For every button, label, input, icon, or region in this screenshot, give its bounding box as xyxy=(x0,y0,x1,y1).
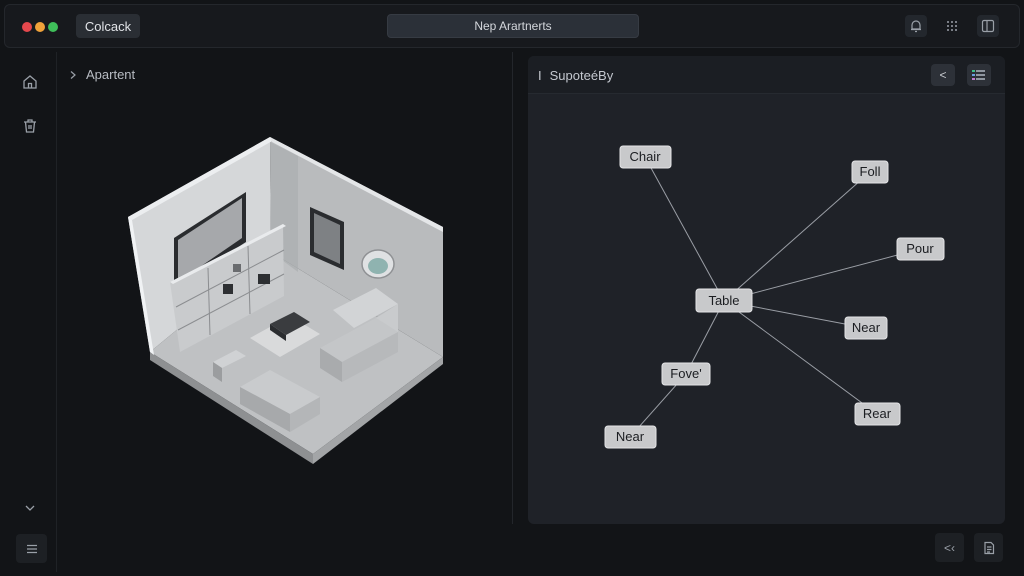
graph-node-near-right[interactable]: Near xyxy=(844,316,888,340)
maximize-window-button[interactable] xyxy=(48,22,58,32)
apartment-3d-render xyxy=(128,137,443,464)
relation-graph: Chair Foll Pour Table Near Rear Fove' Ne… xyxy=(604,145,945,449)
back-button[interactable]: < xyxy=(931,64,955,86)
graph-node-label: Near xyxy=(852,320,881,335)
graph-node-label: Near xyxy=(616,429,645,444)
relations-title: I SupoteéBy xyxy=(538,68,613,83)
edge-chair xyxy=(644,156,725,302)
graph-node-label: Rear xyxy=(863,406,892,421)
graph-node-chair[interactable]: Chair xyxy=(619,145,672,169)
graph-node-label: Pour xyxy=(906,241,934,256)
menu-button[interactable] xyxy=(16,534,47,563)
collapse-button[interactable]: <‹ xyxy=(935,533,964,562)
title-bar: Colcack Nep Arartnerts xyxy=(4,4,1020,48)
app-menu-button[interactable]: Colcack xyxy=(76,14,140,38)
title-prefix: I xyxy=(538,68,542,83)
graph-node-label: Fove' xyxy=(670,366,701,381)
relation-type-label: SupoteéBy xyxy=(549,68,614,83)
graph-edges xyxy=(629,156,921,438)
relations-header: I SupoteéBy < xyxy=(528,56,1005,94)
menu-icon xyxy=(26,544,37,553)
panel-icon[interactable] xyxy=(977,15,999,37)
graph-node-fove[interactable]: Fove' xyxy=(661,362,711,386)
graph-node-near-bottom[interactable]: Near xyxy=(604,425,657,449)
grid-icon[interactable] xyxy=(941,15,963,37)
graph-node-label: Foll xyxy=(860,164,881,179)
graph-node-foll[interactable]: Foll xyxy=(851,160,889,184)
relations-panel: I SupoteéBy < Chair Foll Pour Table Near… xyxy=(528,56,1005,524)
trash-icon[interactable] xyxy=(18,114,42,138)
close-window-button[interactable] xyxy=(22,22,32,32)
graph-node-pour[interactable]: Pour xyxy=(896,237,945,261)
notification-icon[interactable] xyxy=(905,15,927,37)
chevron-down-icon[interactable] xyxy=(18,496,42,520)
left-sidebar xyxy=(4,52,57,572)
document-icon[interactable] xyxy=(974,533,1003,562)
graph-node-label: Table xyxy=(708,293,739,308)
window-controls xyxy=(22,22,58,32)
home-icon[interactable] xyxy=(18,70,42,94)
panel-divider[interactable] xyxy=(512,52,513,524)
graph-node-table[interactable]: Table xyxy=(695,288,753,313)
minimize-window-button[interactable] xyxy=(35,22,45,32)
document-title[interactable]: Nep Arartnerts xyxy=(387,14,639,38)
apartment-view-panel: Apartent xyxy=(58,52,511,522)
graph-node-rear[interactable]: Rear xyxy=(854,402,901,426)
graph-node-label: Chair xyxy=(629,149,661,164)
list-icon[interactable] xyxy=(967,64,991,86)
